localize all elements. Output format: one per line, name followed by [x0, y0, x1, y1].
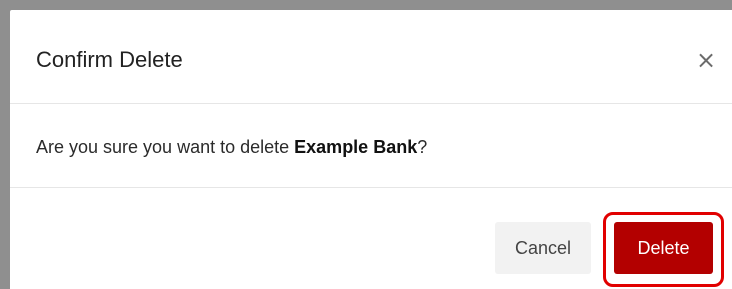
message-suffix: ?	[417, 137, 428, 157]
dialog-header: Confirm Delete ×	[10, 10, 732, 104]
confirmation-message: Are you sure you want to delete Example …	[36, 135, 427, 159]
item-name: Example Bank	[294, 137, 418, 157]
close-icon[interactable]: ×	[692, 46, 720, 74]
dialog-body: Are you sure you want to delete Example …	[10, 104, 732, 188]
confirm-delete-dialog: Confirm Delete × Are you sure you want t…	[10, 10, 732, 289]
dialog-footer: Cancel Delete	[10, 188, 732, 289]
delete-button[interactable]: Delete	[614, 222, 713, 274]
backdrop: Confirm Delete × Are you sure you want t…	[0, 0, 732, 289]
dialog-title: Confirm Delete	[36, 47, 183, 72]
message-prefix: Are you sure you want to delete	[36, 137, 295, 157]
cancel-button[interactable]: Cancel	[495, 222, 591, 274]
